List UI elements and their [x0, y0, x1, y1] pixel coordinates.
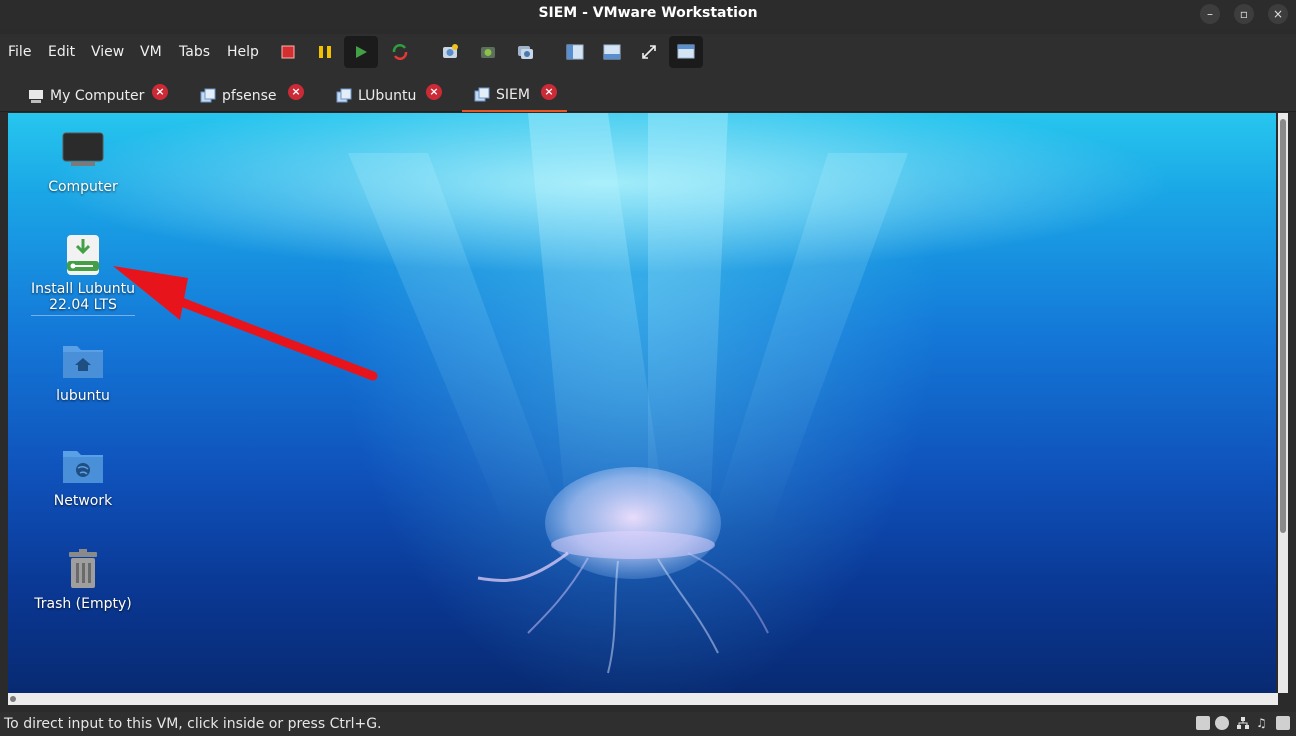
- tab-label: pfsense: [222, 88, 277, 104]
- menu-tabs[interactable]: Tabs: [179, 44, 210, 60]
- fullscreen-icon: [642, 45, 656, 59]
- fullscreen-button[interactable]: [635, 38, 663, 66]
- vm-icon: [474, 87, 490, 102]
- normal-view-button[interactable]: [561, 38, 589, 66]
- close-button[interactable]: ×: [1268, 4, 1288, 24]
- sound-card-icon[interactable]: ♫: [1256, 716, 1270, 730]
- unity-icon: [677, 44, 695, 59]
- menu-edit[interactable]: Edit: [48, 44, 75, 60]
- hard-disk-icon[interactable]: [1196, 716, 1210, 730]
- monitor-icon: [61, 131, 105, 175]
- menu-vm[interactable]: VM: [140, 44, 162, 60]
- stop-icon: [281, 45, 295, 59]
- power-on-button[interactable]: [344, 36, 378, 68]
- suspend-button[interactable]: [311, 38, 339, 66]
- menu-file[interactable]: File: [8, 44, 31, 60]
- desktop-icon-label-line2: 22.04 LTS: [49, 297, 117, 313]
- network-adapter-icon[interactable]: [1236, 716, 1250, 730]
- statusbar: To direct input to this VM, click inside…: [0, 712, 1296, 736]
- installer-icon: [61, 233, 105, 277]
- console-view-icon: [603, 44, 621, 60]
- network-folder-icon: [61, 445, 105, 489]
- play-icon: [356, 46, 367, 58]
- minimize-button[interactable]: –: [1200, 4, 1220, 24]
- desktop-icon-home[interactable]: lubuntu: [29, 340, 137, 404]
- snapshot-manager-button[interactable]: [511, 38, 539, 66]
- cd-drive-icon[interactable]: [1215, 716, 1229, 730]
- vm-console[interactable]: Computer Install Lubuntu 22.04 LTS lubun…: [8, 113, 1276, 693]
- window-title: SIEM - VMware Workstation: [538, 5, 758, 21]
- sidebar-view-icon: [566, 44, 584, 60]
- wallpaper-light-rays: [113, 113, 908, 674]
- tab-lubuntu[interactable]: LUbuntu ×: [336, 80, 446, 112]
- revert-snapshot-button[interactable]: [474, 38, 502, 66]
- vm-icon: [336, 88, 352, 103]
- desktop-icon-label: Trash (Empty): [34, 596, 132, 612]
- desktop-icon-label: Network: [53, 493, 113, 509]
- revert-snapshot-icon: [481, 47, 495, 58]
- console-view-button[interactable]: [598, 38, 626, 66]
- desktop-icon-label: lubuntu: [56, 388, 110, 404]
- tab-label: SIEM: [496, 87, 530, 103]
- snapshot-manager-icon: [518, 46, 533, 59]
- window-titlebar: SIEM - VMware Workstation – ▫ ×: [0, 0, 1296, 28]
- snapshot-icon: [443, 44, 458, 58]
- tab-pfsense[interactable]: pfsense ×: [200, 80, 310, 112]
- display-icon[interactable]: [1276, 716, 1290, 730]
- menubar: File Edit View VM Tabs Help: [0, 34, 1296, 72]
- desktop-icon-label-line1: Install Lubuntu: [30, 281, 135, 297]
- trash-icon: [61, 548, 105, 592]
- restart-button[interactable]: [386, 38, 414, 66]
- home-folder-icon: [61, 340, 105, 384]
- desktop-icon-trash[interactable]: Trash (Empty): [29, 548, 137, 612]
- snapshot-button[interactable]: [436, 38, 464, 66]
- restart-icon: [392, 44, 408, 60]
- desktop-icon-label: Computer: [48, 179, 118, 195]
- scrollbar-thumb[interactable]: [1280, 119, 1286, 533]
- vertical-scrollbar[interactable]: [1278, 113, 1288, 693]
- status-text: To direct input to this VM, click inside…: [4, 716, 382, 732]
- desktop-icon-network[interactable]: Network: [29, 445, 137, 509]
- menu-view[interactable]: View: [91, 44, 124, 60]
- tab-label: LUbuntu: [358, 88, 417, 104]
- pause-icon: [319, 46, 331, 58]
- vm-tabbar: My Computer × pfsense × LUbuntu × SIEM ×: [0, 72, 1296, 112]
- red-arrow-annotation: [113, 266, 378, 381]
- vm-icon: [200, 88, 216, 103]
- menu-help[interactable]: Help: [227, 44, 259, 60]
- horizontal-scrollbar[interactable]: [8, 693, 1278, 705]
- tab-label: My Computer: [50, 88, 145, 104]
- tab-siem[interactable]: SIEM ×: [462, 80, 567, 112]
- tab-my-computer[interactable]: My Computer ×: [28, 80, 178, 112]
- tab-close-button[interactable]: ×: [288, 84, 304, 100]
- desktop-icon-computer[interactable]: Computer: [29, 131, 137, 195]
- power-off-button[interactable]: [274, 38, 302, 66]
- unity-button[interactable]: [669, 36, 703, 68]
- tab-close-button[interactable]: ×: [541, 84, 557, 100]
- scrollbar-thumb[interactable]: [10, 696, 16, 702]
- tab-close-button[interactable]: ×: [426, 84, 442, 100]
- desktop-icon-label: Install Lubuntu 22.04 LTS: [30, 281, 135, 316]
- desktop-icon-install-lubuntu[interactable]: Install Lubuntu 22.04 LTS: [29, 233, 137, 316]
- maximize-button[interactable]: ▫: [1234, 4, 1254, 24]
- computer-icon: [29, 90, 43, 103]
- tab-close-button[interactable]: ×: [152, 84, 168, 100]
